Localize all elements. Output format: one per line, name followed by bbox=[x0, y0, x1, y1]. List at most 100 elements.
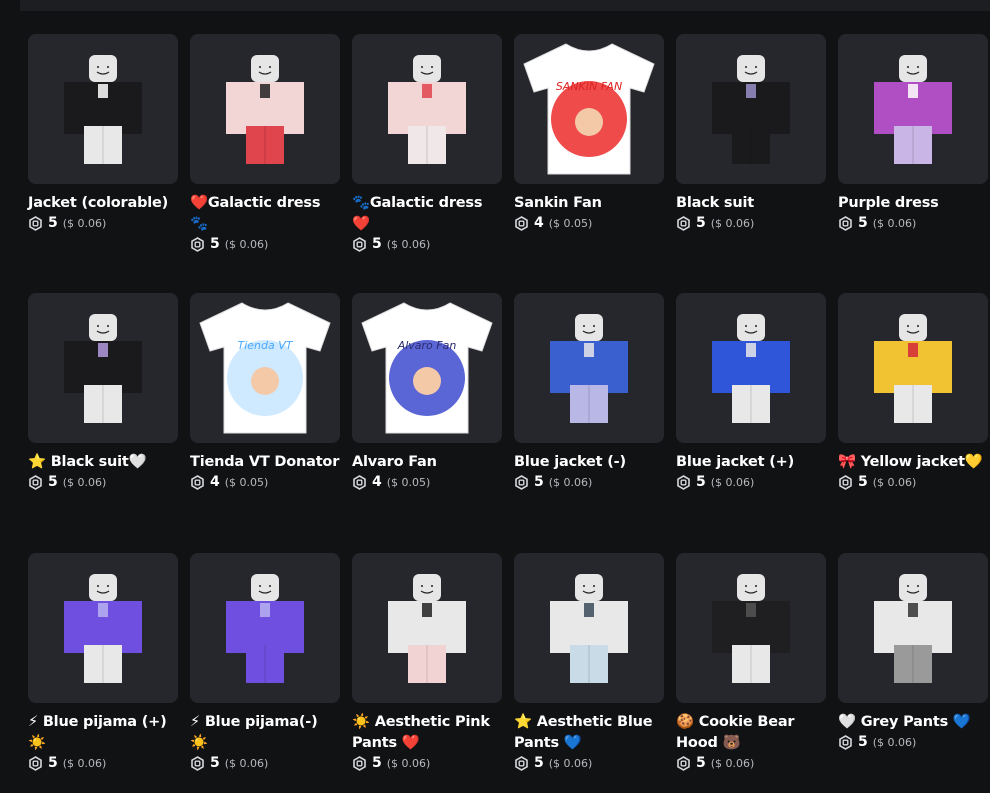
item-price: 5 bbox=[48, 755, 58, 771]
item-name[interactable]: ❤️Galactic dress 🐾 bbox=[190, 193, 340, 235]
robux-icon bbox=[28, 215, 43, 231]
catalog-item-card-12[interactable]: 🎀 Yellow jacket💛 5 ($ 0.06) bbox=[838, 293, 988, 553]
svg-text:SANKIN FAN: SANKIN FAN bbox=[556, 80, 622, 93]
avatar-image bbox=[64, 55, 142, 164]
item-price-row: 5 ($ 0.06) bbox=[514, 755, 664, 771]
catalog-item-card-4[interactable]: SANKIN FAN Sankin Fan 4 ($ 0.05) bbox=[514, 34, 664, 293]
catalog-item-card-9[interactable]: Alvaro Fan Alvaro Fan 4 ($ 0.05) bbox=[352, 293, 502, 553]
catalog-item-card-6[interactable]: Purple dress 5 ($ 0.06) bbox=[838, 34, 988, 293]
catalog-item-card-7[interactable]: ⭐ Black suit🤍 5 ($ 0.06) bbox=[28, 293, 178, 553]
catalog-item-card-2[interactable]: ❤️Galactic dress 🐾 5 ($ 0.06) bbox=[190, 34, 340, 293]
item-usd-price: ($ 0.06) bbox=[386, 756, 431, 770]
item-name[interactable]: 🍪 Cookie Bear Hood 🐻 bbox=[676, 712, 826, 754]
item-thumbnail[interactable] bbox=[838, 553, 988, 703]
item-thumbnail[interactable] bbox=[514, 553, 664, 703]
avatar-image bbox=[64, 314, 142, 423]
catalog-item-card-5[interactable]: Black suit 5 ($ 0.06) bbox=[676, 34, 826, 293]
item-thumbnail[interactable]: SANKIN FAN bbox=[514, 34, 664, 184]
catalog-item-card-14[interactable]: ⚡ Blue pijama(-) ☀️ 5 ($ 0.06) bbox=[190, 553, 340, 793]
item-price-row: 5 ($ 0.06) bbox=[352, 236, 502, 252]
item-price: 5 bbox=[210, 755, 220, 771]
item-thumbnail[interactable] bbox=[676, 34, 826, 184]
item-thumbnail[interactable] bbox=[28, 34, 178, 184]
item-thumbnail[interactable] bbox=[28, 553, 178, 703]
item-name[interactable]: 🐾Galactic dress ❤️ bbox=[352, 193, 502, 235]
item-name[interactable]: Tienda VT Donator bbox=[190, 452, 340, 473]
item-thumbnail[interactable] bbox=[676, 293, 826, 443]
item-thumbnail[interactable] bbox=[28, 293, 178, 443]
item-price-row: 5 ($ 0.06) bbox=[676, 215, 826, 231]
robux-icon bbox=[838, 474, 853, 490]
item-thumbnail[interactable]: Alvaro Fan bbox=[352, 293, 502, 443]
catalog-item-card-10[interactable]: Blue jacket (-) 5 ($ 0.06) bbox=[514, 293, 664, 553]
avatar-image bbox=[226, 55, 304, 164]
avatar-image bbox=[64, 574, 142, 683]
item-price: 5 bbox=[534, 755, 544, 771]
item-name[interactable]: Blue jacket (+) bbox=[676, 452, 826, 473]
item-price-row: 5 ($ 0.06) bbox=[676, 755, 826, 771]
item-usd-price: ($ 0.06) bbox=[224, 756, 269, 770]
catalog-item-card-15[interactable]: ☀️ Aesthetic Pink Pants ❤️ 5 ($ 0.06) bbox=[352, 553, 502, 793]
item-price: 4 bbox=[372, 474, 382, 490]
robux-icon bbox=[352, 474, 367, 490]
tshirt-image: SANKIN FAN bbox=[523, 43, 655, 175]
avatar-image bbox=[550, 574, 628, 683]
item-price: 5 bbox=[858, 474, 868, 490]
item-price: 5 bbox=[372, 236, 382, 252]
item-thumbnail[interactable] bbox=[352, 34, 502, 184]
item-usd-price: ($ 0.06) bbox=[710, 756, 755, 770]
item-price: 5 bbox=[858, 734, 868, 750]
item-price-row: 5 ($ 0.06) bbox=[676, 474, 826, 490]
catalog-item-card-1[interactable]: Jacket (colorable) 5 ($ 0.06) bbox=[28, 34, 178, 293]
item-price-row: 5 ($ 0.06) bbox=[514, 474, 664, 490]
avatar-image bbox=[712, 574, 790, 683]
avatar-image bbox=[874, 574, 952, 683]
item-name[interactable]: 🤍 Grey Pants 💙 bbox=[838, 712, 988, 733]
item-name[interactable]: ⚡ Blue pijama (+) ☀️ bbox=[28, 712, 178, 754]
item-name[interactable]: Sankin Fan bbox=[514, 193, 664, 214]
item-name[interactable]: Blue jacket (-) bbox=[514, 452, 664, 473]
item-price-row: 5 ($ 0.06) bbox=[190, 236, 340, 252]
item-name[interactable]: Jacket (colorable) bbox=[28, 193, 178, 214]
catalog-item-card-3[interactable]: 🐾Galactic dress ❤️ 5 ($ 0.06) bbox=[352, 34, 502, 293]
item-name[interactable]: ⭐ Aesthetic Blue Pants 💙 bbox=[514, 712, 664, 754]
avatar-image bbox=[550, 314, 628, 423]
item-price: 4 bbox=[534, 215, 544, 231]
svg-text:Tienda VT: Tienda VT bbox=[238, 339, 294, 352]
item-thumbnail[interactable] bbox=[352, 553, 502, 703]
item-thumbnail[interactable] bbox=[190, 553, 340, 703]
item-price: 5 bbox=[372, 755, 382, 771]
item-name[interactable]: ⭐ Black suit🤍 bbox=[28, 452, 178, 473]
item-thumbnail[interactable]: Tienda VT bbox=[190, 293, 340, 443]
item-name[interactable]: Purple dress bbox=[838, 193, 988, 214]
item-name[interactable]: ⚡ Blue pijama(-) ☀️ bbox=[190, 712, 340, 754]
item-thumbnail[interactable] bbox=[190, 34, 340, 184]
item-price: 5 bbox=[48, 474, 58, 490]
item-price: 5 bbox=[696, 755, 706, 771]
item-thumbnail[interactable] bbox=[514, 293, 664, 443]
item-thumbnail[interactable] bbox=[838, 293, 988, 443]
item-name[interactable]: ☀️ Aesthetic Pink Pants ❤️ bbox=[352, 712, 502, 754]
item-usd-price: ($ 0.06) bbox=[548, 475, 593, 489]
item-price-row: 5 ($ 0.06) bbox=[190, 755, 340, 771]
top-bar bbox=[20, 0, 990, 11]
catalog-item-card-18[interactable]: 🤍 Grey Pants 💙 5 ($ 0.06) bbox=[838, 553, 988, 793]
avatar-image bbox=[712, 55, 790, 164]
catalog-item-card-13[interactable]: ⚡ Blue pijama (+) ☀️ 5 ($ 0.06) bbox=[28, 553, 178, 793]
item-thumbnail[interactable] bbox=[838, 34, 988, 184]
catalog-item-card-11[interactable]: Blue jacket (+) 5 ($ 0.06) bbox=[676, 293, 826, 553]
item-price-row: 5 ($ 0.06) bbox=[28, 755, 178, 771]
robux-icon bbox=[514, 215, 529, 231]
item-name[interactable]: Black suit bbox=[676, 193, 826, 214]
item-name[interactable]: 🎀 Yellow jacket💛 bbox=[838, 452, 988, 473]
catalog-item-card-8[interactable]: Tienda VT Tienda VT Donator 4 ($ 0.05) bbox=[190, 293, 340, 553]
catalog-item-card-17[interactable]: 🍪 Cookie Bear Hood 🐻 5 ($ 0.06) bbox=[676, 553, 826, 793]
catalog-item-card-16[interactable]: ⭐ Aesthetic Blue Pants 💙 5 ($ 0.06) bbox=[514, 553, 664, 793]
item-thumbnail[interactable] bbox=[676, 553, 826, 703]
item-price-row: 4 ($ 0.05) bbox=[190, 474, 340, 490]
item-usd-price: ($ 0.06) bbox=[710, 475, 755, 489]
item-usd-price: ($ 0.06) bbox=[548, 756, 593, 770]
item-name[interactable]: Alvaro Fan bbox=[352, 452, 502, 473]
robux-icon bbox=[190, 755, 205, 771]
item-usd-price: ($ 0.06) bbox=[62, 216, 107, 230]
